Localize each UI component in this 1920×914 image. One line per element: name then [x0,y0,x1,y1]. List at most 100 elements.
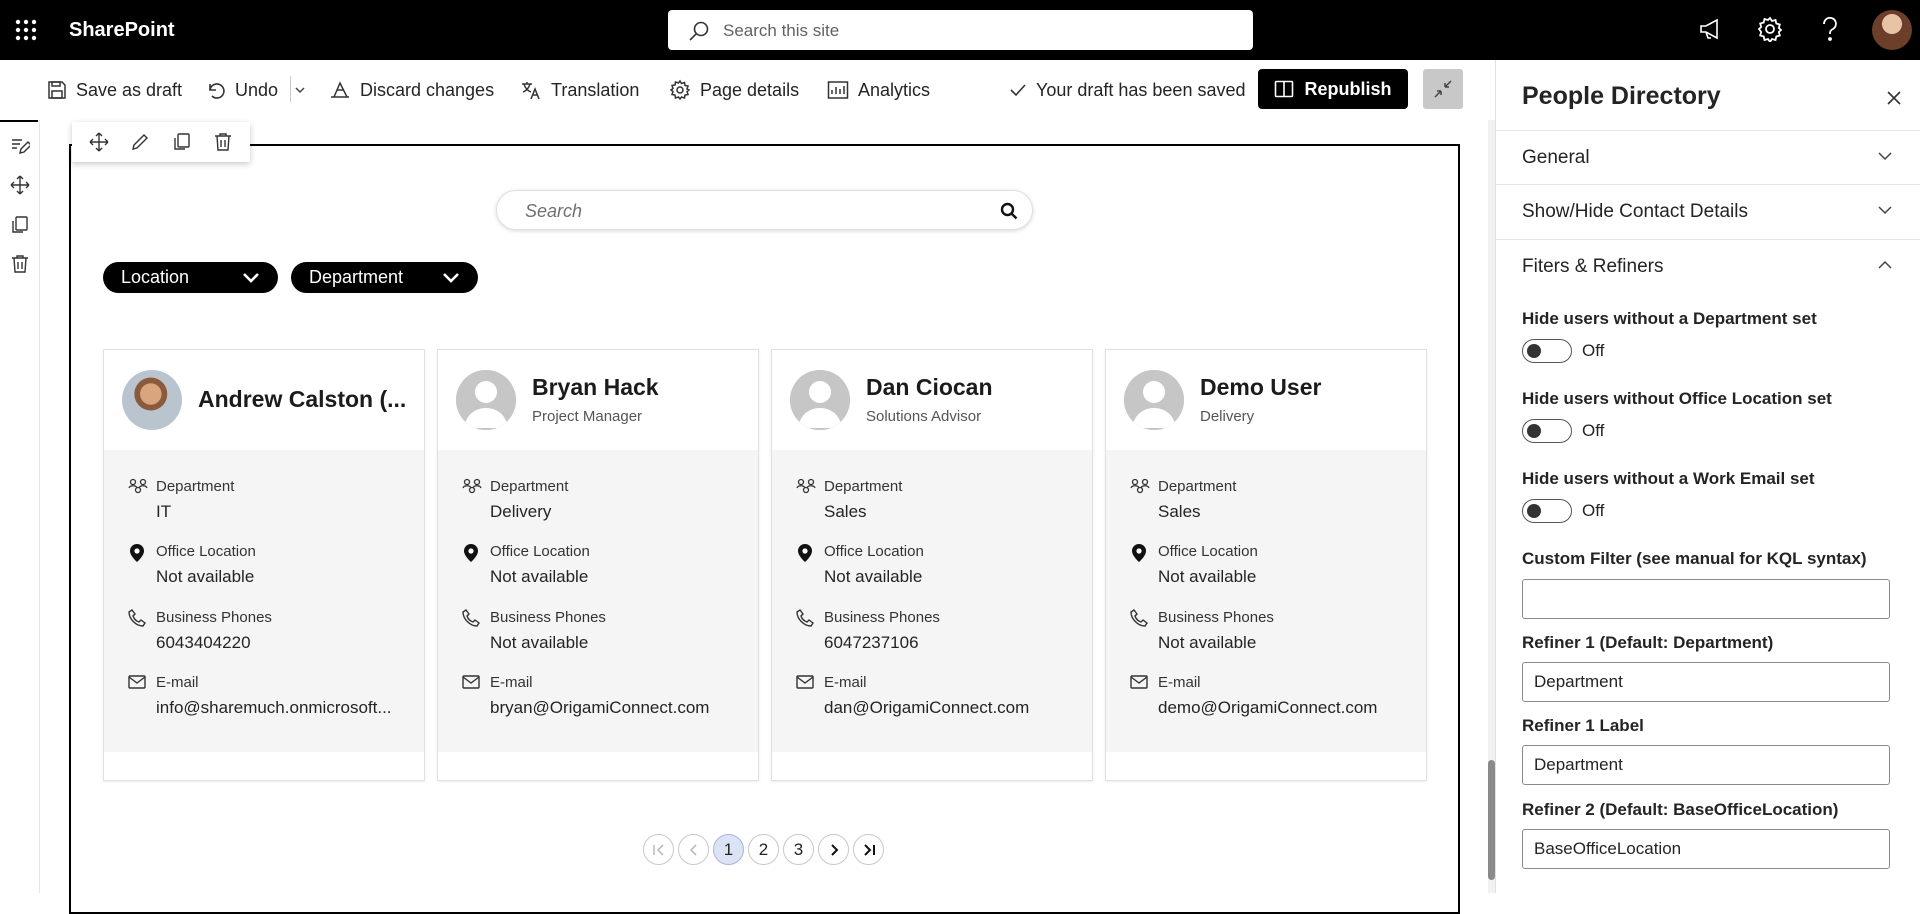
translation-button[interactable]: Translation [520,77,639,103]
phone-icon [462,609,480,627]
directory-search-input[interactable]: Search [496,190,1033,230]
person-card-details: Department Sales Office Location Not ava… [1106,450,1426,752]
office-value: Not available [156,567,255,586]
gear-icon [669,79,691,101]
discard-changes-button[interactable]: Discard changes [329,77,494,103]
person-title: Delivery [1200,408,1255,425]
toggle-email-label: Hide users without a Work Email set [1522,469,1815,488]
next-page-button[interactable] [818,834,849,865]
move-webpart-icon[interactable] [89,132,109,152]
refiner2-input[interactable]: BaseOfficeLocation [1522,829,1890,869]
user-avatar[interactable] [1872,10,1912,50]
default-avatar-icon [1124,370,1184,430]
person-title: Project Manager [532,408,643,425]
move-section-icon[interactable] [10,175,30,195]
duplicate-section-icon[interactable] [10,215,30,235]
custom-filter-label: Custom Filter (see manual for KQL syntax… [1522,549,1867,568]
first-page-icon [652,843,666,856]
edit-webpart-icon[interactable] [130,132,150,152]
refiner1-input[interactable]: Department [1522,662,1890,702]
location-pin-icon [462,543,480,563]
draft-saved-status: Your draft has been saved [1009,77,1246,103]
close-icon[interactable] [1886,90,1902,106]
chevron-down-icon [442,272,460,284]
first-page-button[interactable] [643,834,674,865]
department-value: IT [156,502,172,521]
department-filter-label: Department [309,267,404,287]
email-value[interactable]: demo@OrigamiConnect.com [1158,698,1377,718]
page-details-button[interactable]: Page details [669,77,799,103]
office-value: Not available [824,567,923,586]
last-page-button[interactable] [853,834,884,865]
translation-icon [520,79,542,101]
page-1-button[interactable]: 1 [713,834,744,865]
republish-button[interactable]: Republish [1258,69,1408,109]
toggle-department-label: Hide users without a Department set [1522,309,1817,328]
person-card-header: Dan Ciocan Solutions Advisor [772,350,1092,450]
duplicate-webpart-icon[interactable] [172,132,192,152]
analytics-button[interactable]: Analytics [827,77,930,103]
chevron-down-icon [294,84,306,96]
page-2-button[interactable]: 2 [748,834,779,865]
undo-label: Undo [235,79,279,100]
default-avatar-icon [456,370,516,430]
property-pane-title: People Directory [1522,82,1721,110]
help-icon[interactable] [1818,16,1842,42]
person-card-header: Andrew Calston (... [104,350,424,450]
filters-section-toggle[interactable]: Fiters & Refiners [1496,240,1920,295]
person-card-details: Department Delivery Office Location Not … [438,450,758,752]
person-card-details: Department IT Office Location Not availa… [104,450,424,752]
canvas-scrollbar[interactable] [1488,120,1495,893]
previous-page-button[interactable] [678,834,709,865]
toggle-department-switch[interactable] [1522,339,1572,363]
department-value: Sales [824,502,867,521]
site-search-input[interactable]: Search this site [668,10,1253,50]
page-3-button[interactable]: 3 [783,834,814,865]
save-as-draft-button[interactable]: Save as draft [47,77,182,103]
contact-details-section-toggle[interactable]: Show/Hide Contact Details [1496,185,1920,240]
search-icon [688,20,710,42]
org-chart-icon [1130,478,1150,496]
person-card[interactable]: Andrew Calston (... Department IT Office… [103,349,425,781]
checkmark-icon [1009,81,1027,99]
person-card[interactable]: Demo User Delivery Department Sales Offi… [1105,349,1427,781]
save-icon [47,80,67,100]
filters-section-title: Fiters & Refiners [1522,256,1664,277]
department-filter-dropdown[interactable]: Department [291,262,478,293]
email-value[interactable]: bryan@OrigamiConnect.com [490,698,709,718]
person-card[interactable]: Bryan Hack Project Manager Department De… [437,349,759,781]
email-value[interactable]: dan@OrigamiConnect.com [824,698,1029,718]
email-value[interactable]: info@sharemuch.onmicrosoft... [156,698,392,718]
page-details-label: Page details [700,79,800,100]
delete-section-icon[interactable] [10,254,30,274]
person-card[interactable]: Dan Ciocan Solutions Advisor Department … [771,349,1093,781]
app-launcher-icon[interactable] [14,18,38,42]
collapse-panel-button[interactable] [1423,69,1463,109]
undo-button[interactable]: Undo [206,77,278,103]
phone-value: 6047237106 [824,633,919,652]
mail-icon [796,674,814,690]
property-pane: People Directory General Show/Hide Conta… [1495,60,1920,893]
draft-saved-text: Your draft has been saved [1036,79,1246,100]
directory-search-placeholder: Search [525,201,583,221]
person-name: Andrew Calston (... [198,386,407,412]
feedback-icon[interactable] [1698,16,1724,42]
delete-webpart-icon[interactable] [213,132,233,152]
custom-filter-input[interactable] [1522,579,1890,619]
person-card-details: Department Sales Office Location Not ava… [772,450,1092,752]
toggle-department-state: Off [1582,341,1605,360]
app-brand[interactable]: SharePoint [69,19,175,42]
phone-value: Not available [1158,633,1257,652]
toggle-email-switch[interactable] [1522,499,1572,523]
scrollbar-thumb[interactable] [1488,760,1495,880]
chevron-right-icon [829,843,839,856]
settings-gear-icon[interactable] [1757,16,1783,42]
location-filter-dropdown[interactable]: Location [103,262,278,293]
toggle-office-switch[interactable] [1522,419,1572,443]
undo-more-button[interactable] [294,77,306,103]
search-icon[interactable] [1000,202,1018,220]
edit-section-icon[interactable] [10,136,30,156]
refiner1-label-input[interactable]: Department [1522,745,1890,785]
general-section-toggle[interactable]: General [1496,130,1920,185]
translation-label: Translation [551,79,640,100]
